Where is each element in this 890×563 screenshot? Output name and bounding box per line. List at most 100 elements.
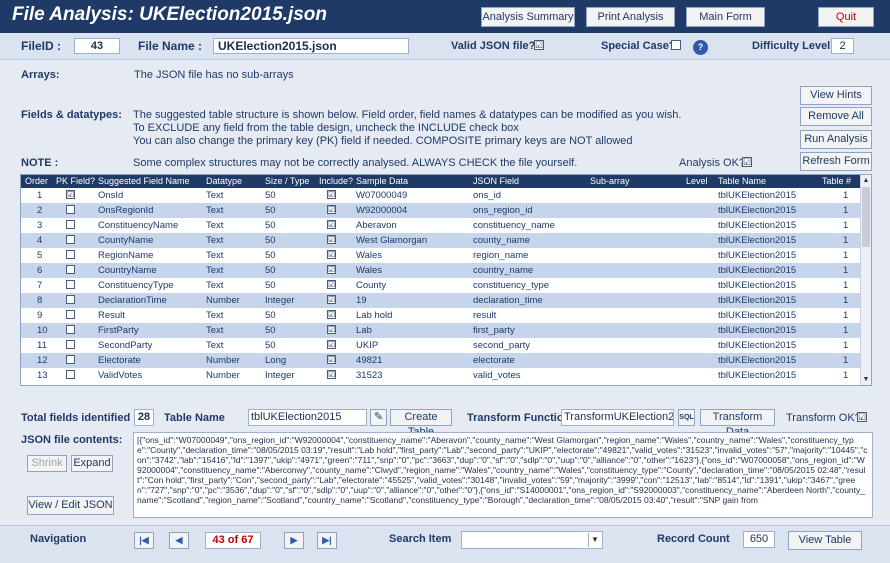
search-item-select[interactable]: ▼ xyxy=(461,531,603,549)
row-order: 10 xyxy=(37,325,48,336)
valid-json-checkbox[interactable]: ☑ xyxy=(534,40,544,50)
view-hints-button[interactable]: View Hints xyxy=(800,86,872,105)
row-pk-checkbox[interactable] xyxy=(66,220,75,229)
fileid-field[interactable]: 43 xyxy=(74,38,120,54)
table-row[interactable]: 5 RegionName Text 50 Wales region_name tblUKEl… xyxy=(21,248,861,263)
row-include-checkbox[interactable]: ☑ xyxy=(327,295,336,304)
total-fields-label: Total fields identified : xyxy=(21,412,137,424)
row-table-num: 1 xyxy=(843,265,849,276)
row-include-checkbox[interactable]: ☑ xyxy=(327,325,336,334)
row-size: Integer xyxy=(265,295,295,306)
row-datatype: Text xyxy=(206,250,224,261)
filename-field[interactable]: UKElection2015.json xyxy=(213,38,409,54)
row-include-checkbox[interactable]: ☑ xyxy=(327,280,336,289)
grid-scrollbar[interactable]: ▲ ▼ xyxy=(860,175,871,385)
chevron-down-icon[interactable]: ▼ xyxy=(588,533,601,547)
row-pk-checkbox[interactable] xyxy=(66,310,75,319)
analysis-summary-button[interactable]: Analysis Summary xyxy=(481,7,575,27)
quit-button[interactable]: Quit xyxy=(818,7,874,27)
print-analysis-button[interactable]: Print Analysis xyxy=(586,7,675,27)
table-row[interactable]: 6 CountryName Text 50 Wales country_name tblUK… xyxy=(21,263,861,278)
table-row[interactable]: 9 Result Text 50 Lab hold result tblUKElection… xyxy=(21,308,861,323)
row-table-num: 1 xyxy=(843,295,849,306)
main-form-button[interactable]: Main Form xyxy=(686,7,765,27)
row-pk-checkbox[interactable] xyxy=(66,325,75,334)
row-table-name: tblUKElection2015 xyxy=(718,190,797,201)
row-pk-checkbox[interactable] xyxy=(66,355,75,364)
row-json-field: region_name xyxy=(473,250,529,261)
table-row[interactable]: 11 SecondParty Text 50 UKIP second_party tblUK… xyxy=(21,338,861,353)
transform-function-field[interactable]: TransformUKElection2015 xyxy=(561,409,674,426)
row-field-name: FirstParty xyxy=(98,325,139,336)
filename-label: File Name : xyxy=(138,39,203,53)
table-row[interactable]: 7 ConstituencyType Text 50 County constituenc… xyxy=(21,278,861,293)
refresh-form-button[interactable]: Refresh Form xyxy=(800,152,872,171)
row-pk-checkbox[interactable] xyxy=(66,205,75,214)
create-table-button[interactable]: Create Table xyxy=(390,409,452,438)
json-contents-text[interactable]: [{"ons_id":"W07000049","ons_region_id":"… xyxy=(133,432,873,518)
last-record-icon[interactable]: ▶| xyxy=(317,532,337,549)
view-table-button[interactable]: View Table xyxy=(788,531,862,550)
json-contents-label: JSON file contents: xyxy=(21,434,123,446)
transform-data-button[interactable]: Transform Data xyxy=(700,409,775,438)
remove-all-button[interactable]: Remove All xyxy=(800,107,872,126)
table-row[interactable]: 8 DeclarationTime Number Integer 19 declarati… xyxy=(21,293,861,308)
row-include-checkbox[interactable]: ☑ xyxy=(327,205,336,214)
run-analysis-button[interactable]: Run Analysis xyxy=(800,130,872,149)
row-json-field: country_name xyxy=(473,265,534,276)
row-pk-checkbox[interactable] xyxy=(66,265,75,274)
row-pk-checkbox[interactable] xyxy=(66,295,75,304)
sql-button[interactable]: SQL xyxy=(678,409,695,426)
note-text: Some complex structures may not be corre… xyxy=(133,157,578,169)
row-include-checkbox[interactable]: ☑ xyxy=(327,310,336,319)
row-pk-checkbox[interactable] xyxy=(66,370,75,379)
table-row[interactable]: 1 OnsId Text 50 W07000049 ons_id tblUKElection… xyxy=(21,188,861,203)
row-include-checkbox[interactable]: ☑ xyxy=(327,370,336,379)
scroll-up-icon[interactable]: ▲ xyxy=(861,175,871,186)
view-edit-json-button[interactable]: View / Edit JSON xyxy=(27,496,114,515)
table-name-field[interactable]: tblUKElection2015 xyxy=(248,409,367,426)
next-record-icon[interactable]: ▶ xyxy=(284,532,304,549)
row-table-num: 1 xyxy=(843,280,849,291)
first-record-icon[interactable]: |◀ xyxy=(134,532,154,549)
row-pk-checkbox[interactable]: ☑ xyxy=(66,190,75,199)
row-pk-checkbox[interactable] xyxy=(66,280,75,289)
row-datatype: Text xyxy=(206,205,224,216)
expand-button[interactable]: Expand xyxy=(71,455,113,472)
row-table-num: 1 xyxy=(843,220,849,231)
row-datatype: Text xyxy=(206,235,224,246)
help-icon[interactable]: ? xyxy=(693,40,708,55)
table-row[interactable]: 3 ConstituencyName Text 50 Aberavon constitue… xyxy=(21,218,861,233)
row-pk-checkbox[interactable] xyxy=(66,235,75,244)
analysis-ok-checkbox[interactable]: ☑ xyxy=(742,157,752,167)
table-row[interactable]: 12 Electorate Number Long 49821 electorate tbl… xyxy=(21,353,861,368)
row-pk-checkbox[interactable] xyxy=(66,340,75,349)
table-row[interactable]: 13 ValidVotes Number Integer 31523 valid_vote… xyxy=(21,368,861,383)
col-pk: PK Field? xyxy=(56,176,96,186)
row-include-checkbox[interactable]: ☑ xyxy=(327,340,336,349)
fields-label: Fields & datatypes: xyxy=(21,109,122,121)
difficulty-label: Difficulty Level xyxy=(752,40,831,52)
special-case-checkbox[interactable] xyxy=(671,40,681,50)
table-row[interactable]: 4 CountyName Text 50 West Glamorgan county_na… xyxy=(21,233,861,248)
row-include-checkbox[interactable]: ☑ xyxy=(327,355,336,364)
row-field-name: ConstituencyType xyxy=(98,280,174,291)
row-include-checkbox[interactable]: ☑ xyxy=(327,265,336,274)
row-include-checkbox[interactable]: ☑ xyxy=(327,220,336,229)
row-include-checkbox[interactable]: ☑ xyxy=(327,250,336,259)
col-table-num: Table # xyxy=(822,176,852,186)
row-table-name: tblUKElection2015 xyxy=(718,295,797,306)
edit-table-icon[interactable]: ✎ xyxy=(370,409,387,426)
scroll-thumb[interactable] xyxy=(862,187,870,247)
table-row[interactable]: 2 OnsRegionId Text 50 W92000004 ons_region_id… xyxy=(21,203,861,218)
row-include-checkbox[interactable]: ☑ xyxy=(327,190,336,199)
transform-ok-checkbox[interactable]: ☑ xyxy=(857,412,867,422)
previous-record-icon[interactable]: ◀ xyxy=(169,532,189,549)
table-row[interactable]: 10 FirstParty Text 50 Lab first_party tblUKEle… xyxy=(21,323,861,338)
fields-grid[interactable]: Order PK Field? Suggested Field Name Dat… xyxy=(20,174,872,386)
shrink-button[interactable]: Shrink xyxy=(27,455,67,472)
row-include-checkbox[interactable]: ☑ xyxy=(327,235,336,244)
row-pk-checkbox[interactable] xyxy=(66,250,75,259)
difficulty-field[interactable]: 2 xyxy=(831,38,854,54)
scroll-down-icon[interactable]: ▼ xyxy=(861,374,871,385)
